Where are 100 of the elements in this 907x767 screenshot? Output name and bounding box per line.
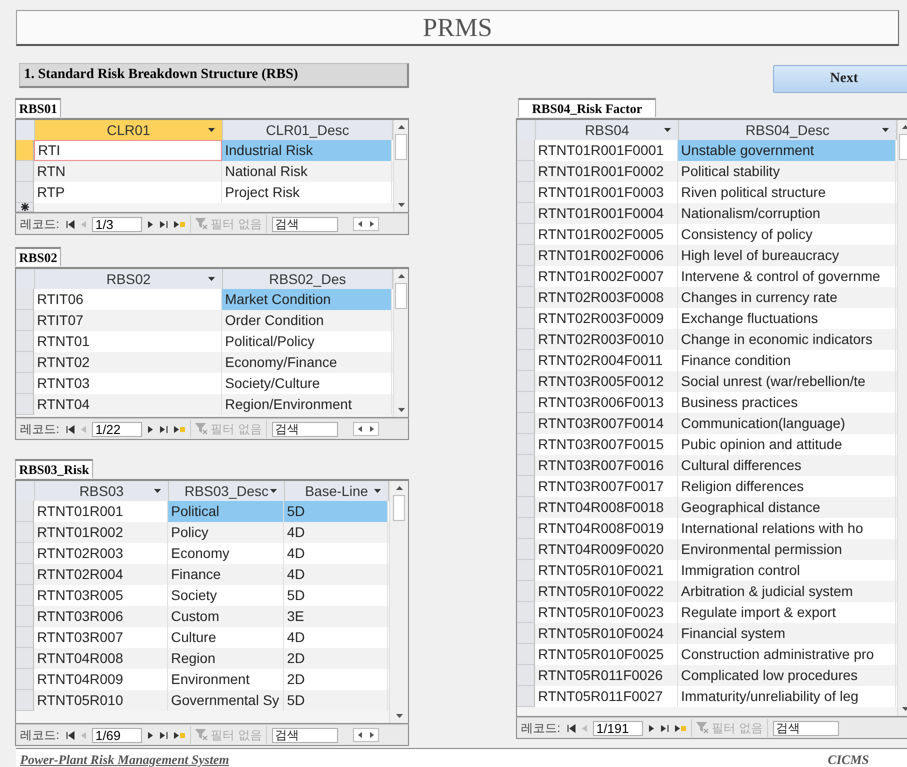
new-record-icon[interactable]: [173, 220, 186, 228]
previous-record-icon[interactable]: [80, 220, 88, 228]
search-field[interactable]: 검색: [773, 720, 840, 736]
dropdown-icon[interactable]: [664, 128, 671, 132]
last-record-icon[interactable]: [159, 730, 168, 740]
row-selector[interactable]: [517, 140, 535, 161]
previous-record-icon[interactable]: [581, 724, 588, 732]
row-selector[interactable]: [16, 606, 34, 627]
vertical-scrollbar[interactable]: [389, 481, 408, 723]
dropdown-icon[interactable]: [882, 128, 889, 132]
last-record-icon[interactable]: [159, 220, 168, 228]
row-selector[interactable]: [16, 161, 34, 182]
row-selector[interactable]: [517, 287, 535, 308]
row-selector[interactable]: [16, 352, 34, 373]
row-selector[interactable]: [16, 182, 34, 203]
next-record-icon[interactable]: [147, 424, 154, 434]
table-cell: Industrial Risk: [222, 140, 392, 161]
search-field[interactable]: 검색: [272, 728, 338, 742]
next-button[interactable]: Next: [773, 65, 907, 93]
row-selector[interactable]: [517, 686, 535, 707]
row-selector[interactable]: [517, 560, 535, 581]
horizontal-scrollbar[interactable]: [353, 422, 380, 436]
vertical-scrollbar[interactable]: [393, 269, 408, 417]
row-selector[interactable]: [517, 161, 535, 182]
row-selector[interactable]: [517, 182, 535, 203]
next-record-icon[interactable]: [147, 730, 154, 740]
record-number-field[interactable]: 1/191: [593, 720, 644, 736]
column-header[interactable]: CLR01: [35, 120, 223, 140]
row-selector[interactable]: [517, 644, 535, 665]
row-selector[interactable]: [517, 266, 535, 287]
first-record-icon[interactable]: [567, 724, 576, 732]
row-selector[interactable]: [517, 350, 535, 371]
row-selector[interactable]: [16, 627, 34, 648]
row-selector[interactable]: [517, 413, 535, 434]
vertical-scrollbar[interactable]: [393, 120, 408, 212]
row-selector[interactable]: [517, 581, 535, 602]
row-selector[interactable]: [517, 392, 535, 413]
subform-tab[interactable]: RBS03_Risk: [15, 459, 94, 478]
last-record-icon[interactable]: [660, 724, 670, 732]
row-selector[interactable]: [517, 434, 535, 455]
record-number-field[interactable]: 1/69: [92, 728, 142, 742]
subform-tab[interactable]: RBS01: [15, 98, 62, 117]
previous-record-icon[interactable]: [80, 730, 88, 740]
row-selector[interactable]: [517, 308, 535, 329]
row-selector[interactable]: [517, 623, 535, 644]
table-cell: Political: [168, 501, 284, 522]
subform-tab[interactable]: RBS02: [15, 247, 62, 266]
row-selector[interactable]: [517, 224, 535, 245]
last-record-icon[interactable]: [159, 424, 168, 434]
row-selector[interactable]: [16, 394, 34, 415]
scroll-thumb[interactable]: [395, 134, 407, 160]
row-selector[interactable]: [16, 669, 34, 690]
scroll-thumb[interactable]: [395, 283, 407, 309]
row-selector[interactable]: [16, 501, 34, 522]
row-selector[interactable]: [517, 497, 535, 518]
row-selector[interactable]: [16, 648, 34, 669]
row-selector[interactable]: [517, 203, 535, 224]
row-selector[interactable]: [16, 373, 34, 394]
previous-record-icon[interactable]: [80, 424, 88, 434]
dropdown-icon[interactable]: [208, 128, 215, 132]
subform-tab[interactable]: RBS04_Risk Factor: [518, 98, 656, 117]
record-label: 레코드:: [20, 420, 60, 438]
row-selector[interactable]: [16, 289, 34, 310]
horizontal-scrollbar[interactable]: [353, 217, 380, 231]
dropdown-icon[interactable]: [374, 489, 381, 493]
horizontal-scrollbar[interactable]: [353, 728, 380, 742]
row-selector[interactable]: [517, 329, 535, 350]
row-selector[interactable]: [16, 331, 34, 352]
row-selector[interactable]: [16, 564, 34, 585]
row-selector[interactable]: [517, 518, 535, 539]
row-selector[interactable]: [16, 310, 34, 331]
new-record-icon[interactable]: [674, 724, 686, 732]
row-selector[interactable]: [517, 602, 535, 623]
record-number-field[interactable]: 1/3: [92, 216, 142, 232]
dropdown-icon[interactable]: [270, 489, 277, 493]
new-record-icon[interactable]: [173, 424, 186, 434]
row-selector[interactable]: [517, 245, 535, 266]
row-selector[interactable]: [16, 140, 34, 161]
search-field[interactable]: 검색: [272, 422, 338, 436]
next-record-icon[interactable]: [648, 724, 656, 732]
next-record-icon[interactable]: [147, 220, 154, 228]
row-selector[interactable]: [16, 543, 34, 564]
row-selector[interactable]: [517, 476, 535, 497]
filter-icon: [195, 423, 208, 435]
first-record-icon[interactable]: [66, 220, 76, 228]
first-record-icon[interactable]: [66, 730, 76, 740]
search-field[interactable]: 검색: [272, 216, 338, 232]
dropdown-icon[interactable]: [208, 277, 215, 281]
row-selector[interactable]: [517, 665, 535, 686]
dropdown-icon[interactable]: [154, 489, 161, 493]
first-record-icon[interactable]: [66, 424, 76, 434]
row-selector[interactable]: [517, 455, 535, 476]
scroll-thumb[interactable]: [393, 495, 405, 521]
row-selector[interactable]: [16, 522, 34, 543]
row-selector[interactable]: [16, 690, 34, 711]
row-selector[interactable]: [517, 539, 535, 560]
new-record-icon[interactable]: [173, 730, 186, 740]
row-selector[interactable]: [517, 371, 535, 392]
record-number-field[interactable]: 1/22: [92, 422, 142, 436]
row-selector[interactable]: [16, 585, 34, 606]
